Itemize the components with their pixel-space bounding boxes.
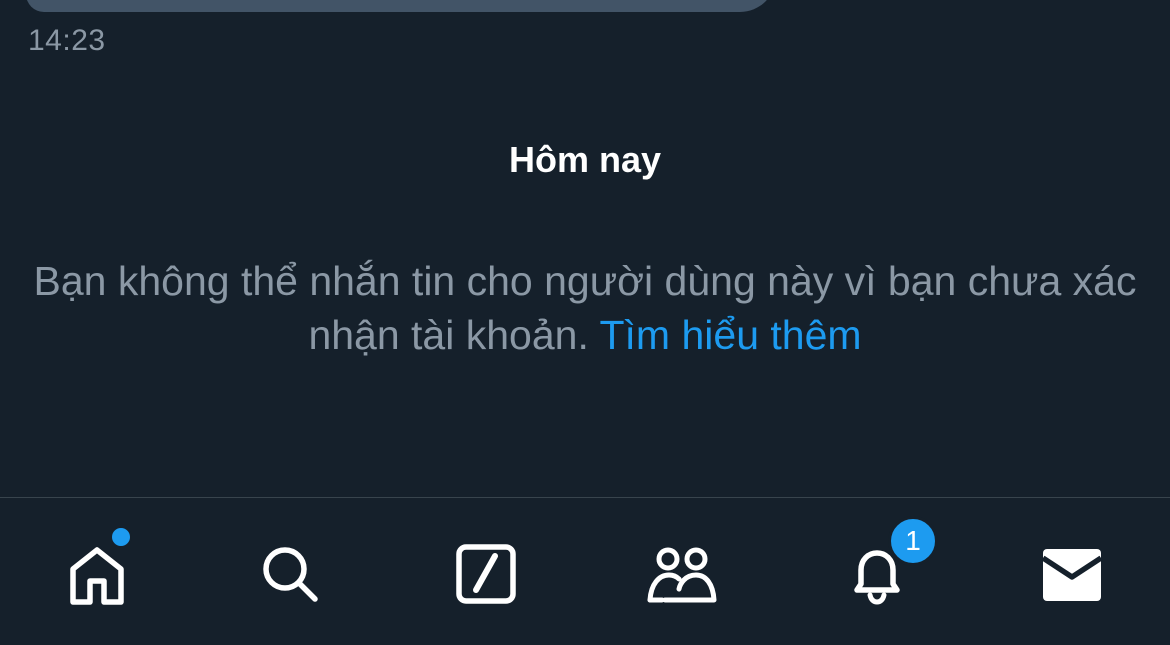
- notifications-badge: 1: [888, 516, 938, 566]
- tab-search[interactable]: [254, 538, 326, 610]
- search-icon: [263, 547, 318, 602]
- notice-text: Bạn không thể nhắn tin cho người dùng nà…: [33, 258, 1137, 358]
- date-divider: Hôm nay: [508, 139, 662, 180]
- learn-more-link[interactable]: Tìm hiểu thêm: [600, 312, 862, 358]
- home-unread-dot: [110, 526, 132, 548]
- mail-icon: [1041, 549, 1103, 601]
- bottom-tab-bar: 1: [0, 497, 1170, 645]
- tab-notifications[interactable]: 1: [841, 516, 938, 610]
- message-bubble[interactable]: [26, 0, 776, 12]
- tab-home[interactable]: [61, 526, 133, 610]
- message-timestamp: 14:23: [28, 24, 106, 57]
- tab-grok[interactable]: [450, 538, 522, 610]
- communities-icon: [647, 547, 717, 603]
- cannot-message-notice: Bạn không thể nhắn tin cho người dùng nà…: [20, 254, 1150, 362]
- tab-communities[interactable]: [646, 538, 718, 610]
- home-icon: [70, 547, 124, 605]
- grok-icon: [456, 544, 516, 604]
- tab-messages[interactable]: [1036, 538, 1108, 610]
